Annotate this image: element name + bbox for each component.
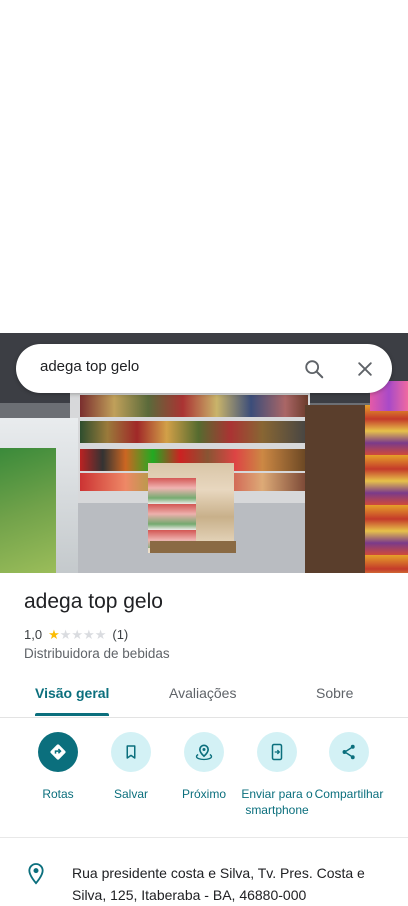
action-buttons: Rotas Salvar Próximo Enviar para o smart…	[0, 720, 408, 838]
map-blank-area	[0, 0, 408, 333]
bookmark-icon	[111, 732, 151, 772]
share-label: Compartilhar	[314, 787, 384, 801]
rating-row[interactable]: 1,0 ★ ★ ★ ★ ★ (1)	[24, 625, 128, 643]
close-icon[interactable]	[352, 356, 378, 382]
share-icon	[329, 732, 369, 772]
address-text: Rua presidente costa e Silva, Tv. Pres. …	[72, 865, 365, 903]
review-count[interactable]: (1)	[112, 627, 128, 642]
tab-reviews[interactable]: Avaliações	[169, 685, 236, 701]
directions-icon	[38, 732, 78, 772]
tab-overview[interactable]: Visão geral	[35, 685, 109, 701]
save-label: Salvar	[113, 787, 148, 801]
star-icon: ★	[59, 626, 72, 642]
directions-label: Rotas	[42, 787, 74, 801]
nearby-label: Próximo	[181, 787, 226, 801]
place-title: adega top gelo	[24, 590, 163, 613]
active-tab-indicator	[35, 713, 109, 716]
send-to-phone-button[interactable]: Enviar para o smartphone	[239, 732, 315, 818]
search-icon[interactable]	[301, 356, 327, 382]
save-button[interactable]: Salvar	[93, 732, 169, 802]
place-tabs: Visão geral Avaliações Sobre	[0, 672, 408, 718]
send-to-phone-icon	[257, 732, 297, 772]
place-category: Distribuidora de bebidas	[24, 646, 170, 661]
share-button[interactable]: Compartilhar	[311, 732, 387, 802]
location-pin-icon	[26, 862, 46, 891]
nearby-button[interactable]: Próximo	[166, 732, 242, 802]
star-icon: ★	[71, 626, 84, 642]
search-query[interactable]: adega top gelo	[40, 358, 139, 375]
address-row[interactable]: Rua presidente costa e Silva, Tv. Pres. …	[0, 852, 408, 906]
star-icon: ★	[94, 626, 107, 642]
tab-about[interactable]: Sobre	[316, 685, 353, 701]
star-icon: ★	[48, 626, 60, 642]
nearby-icon	[184, 732, 224, 772]
send-to-phone-label: Enviar para o smartphone	[241, 787, 313, 817]
directions-button[interactable]: Rotas	[20, 732, 96, 802]
rating-value: 1,0	[24, 626, 43, 642]
search-bar[interactable]: adega top gelo	[16, 344, 392, 393]
rating-stars: ★ ★ ★ ★ ★	[48, 628, 106, 641]
star-icon: ★	[83, 626, 95, 642]
